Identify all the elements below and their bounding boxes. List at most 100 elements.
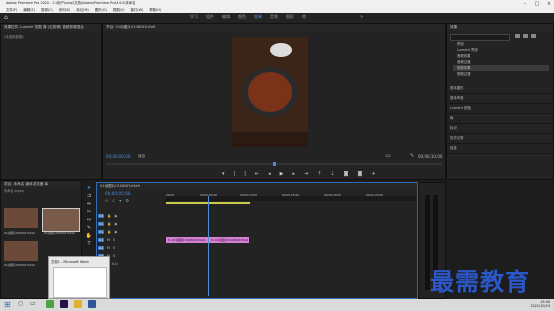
eye-icon[interactable]: ◉	[114, 222, 117, 226]
section-essential-graphics[interactable]: 基本图形	[447, 84, 553, 94]
mark-in-icon[interactable]: ▾	[222, 171, 225, 177]
premiere-icon[interactable]	[60, 300, 68, 308]
tab-assembly[interactable]: 组件	[206, 14, 214, 20]
pen-icon[interactable]: ✎	[87, 225, 91, 231]
track-label[interactable]: V1	[98, 230, 104, 234]
eye-icon[interactable]: ◉	[114, 214, 117, 218]
marker-icon[interactable]: ▾	[119, 198, 121, 203]
add-icon[interactable]: +	[371, 171, 375, 177]
popup-thumbnail[interactable]	[53, 267, 107, 298]
step-back-frame-icon[interactable]: ◂	[268, 171, 271, 177]
folder-icon[interactable]	[74, 300, 82, 308]
project-title[interactable]: 项目: 未命名 媒体浏览器 库	[1, 181, 81, 188]
mute-icon[interactable]: M	[107, 246, 110, 250]
tab-color[interactable]: 颜色	[238, 14, 246, 20]
menu-edit[interactable]: 编辑(E)	[23, 7, 35, 12]
track-label[interactable]: A2	[98, 246, 104, 250]
menu-window[interactable]: 窗口(W)	[131, 7, 144, 12]
slip-icon[interactable]: ↔	[87, 217, 91, 223]
menu-view[interactable]: 视图(V)	[113, 7, 125, 12]
menu-sequence[interactable]: 序列(S)	[59, 7, 71, 12]
track-label[interactable]: V2	[98, 222, 104, 226]
maximize-button[interactable]: □	[532, 1, 542, 7]
lock-icon[interactable]: 🔒	[107, 222, 111, 226]
hand-icon[interactable]: ✋	[86, 233, 92, 239]
play-icon[interactable]: ▶	[280, 171, 284, 177]
go-to-out-icon[interactable]: ⇥	[304, 171, 308, 177]
more-workspaces-icon[interactable]: »	[360, 14, 363, 20]
settings-icon[interactable]: ⚙	[125, 198, 129, 203]
tab-learn[interactable]: 学习	[190, 14, 198, 20]
section-history[interactable]: 历史记录	[447, 134, 553, 144]
selection-tool-icon[interactable]: ➤	[87, 185, 91, 191]
menu-clip[interactable]: 剪辑(C)	[41, 7, 53, 12]
lock-icon[interactable]: 🔒	[107, 230, 111, 234]
extract-icon[interactable]: ⇣	[330, 171, 334, 177]
eye-icon[interactable]: ◉	[114, 230, 117, 234]
chrome-icon[interactable]	[46, 300, 54, 308]
master-value[interactable]: 0.0	[112, 262, 117, 266]
tab-effects[interactable]: 效果	[254, 14, 262, 20]
wrench-icon[interactable]: ✎	[410, 153, 414, 159]
mute-icon[interactable]: M	[107, 238, 110, 242]
timeline-clip[interactable]: fx 01动图片0108Gf1h5a9	[166, 237, 208, 243]
track-label[interactable]: A1	[98, 238, 104, 242]
monitor-playhead[interactable]	[273, 162, 276, 166]
menu-file[interactable]: 文件(F)	[6, 7, 17, 12]
fit-select[interactable]: 适合	[138, 154, 145, 159]
section-info[interactable]: 信息	[447, 144, 553, 154]
timeline-timecode[interactable]: 00;00;05;00	[105, 191, 131, 196]
lock-icon[interactable]: 🔒	[107, 214, 111, 218]
close-button[interactable]: ×	[544, 1, 554, 7]
track-select-icon[interactable]: ⇉	[87, 193, 91, 199]
tree-item-video-transitions[interactable]: 视频过渡	[453, 71, 549, 77]
word-icon[interactable]	[88, 300, 96, 308]
windows-start-icon[interactable]: ⊞	[4, 300, 11, 309]
step-back-icon[interactable]: ⇤	[255, 171, 259, 177]
program-timecode[interactable]: 00;00;00;00	[106, 154, 130, 159]
taskbar-preview-popup[interactable]: 文档1 - Microsoft Word	[48, 256, 110, 299]
menu-marker[interactable]: 标记(M)	[76, 7, 88, 12]
snap-icon[interactable]: ∩	[105, 198, 108, 203]
thumbnail-3[interactable]	[4, 241, 38, 261]
quality-select[interactable]: 1/2	[385, 154, 391, 158]
program-monitor-title[interactable]: 节目: 01动图片0108Gf1h5a9	[103, 24, 445, 31]
solo-icon[interactable]: S	[113, 246, 115, 250]
tab-libraries[interactable]: 库	[302, 14, 306, 20]
tab-audio[interactable]: 音频	[270, 14, 278, 20]
accelerated-effects-icon[interactable]	[515, 34, 520, 38]
section-libraries[interactable]: 库	[447, 114, 553, 124]
task-view-icon[interactable]: ▭	[30, 300, 36, 307]
lift-icon[interactable]: ⇡	[317, 171, 321, 177]
tab-editing[interactable]: 编辑	[222, 14, 230, 20]
effects-search-input[interactable]	[450, 34, 510, 41]
search-icon[interactable]: ○	[18, 300, 23, 307]
mark-out-icon[interactable]: |	[234, 171, 236, 177]
menu-graphics[interactable]: 图形(G)	[95, 7, 107, 12]
panel-title[interactable]: 效果控件 Lumetri 范围 源:(无剪辑) 音频剪辑混合	[1, 24, 101, 31]
thumbnail-2[interactable]	[42, 208, 80, 232]
tab-graphics[interactable]: 图形	[286, 14, 294, 20]
minimize-button[interactable]: –	[520, 1, 530, 7]
timeline-clip[interactable]: fx 01动图片0108Gf1h5a9	[209, 237, 249, 243]
clock[interactable]: 15:46 2021/10/24	[520, 300, 550, 308]
linked-icon[interactable]: ⊂	[112, 198, 115, 203]
go-to-in-icon[interactable]: |	[244, 171, 246, 177]
camera-icon[interactable]: ◙	[344, 171, 349, 177]
home-icon[interactable]: ⌂	[4, 14, 8, 21]
timeline-title[interactable]: 01动图片0108Gf1h5a9	[97, 183, 417, 190]
step-forward-frame-icon[interactable]: ▸	[292, 171, 295, 177]
section-markers[interactable]: 标记	[447, 124, 553, 134]
effects-title[interactable]: 效果	[447, 24, 553, 31]
menu-help[interactable]: 帮助(H)	[149, 7, 161, 12]
solo-icon[interactable]: S	[113, 238, 115, 242]
thumbnail-1[interactable]	[4, 208, 38, 228]
timeline-playhead[interactable]	[208, 196, 209, 296]
ripple-edit-icon[interactable]: ⇹	[87, 201, 91, 207]
yuv-effects-icon[interactable]	[531, 34, 536, 38]
camera-icon-2[interactable]: ◙	[357, 171, 362, 177]
razor-icon[interactable]: ✂	[87, 209, 91, 215]
32bit-effects-icon[interactable]	[523, 34, 528, 38]
section-essential-sound[interactable]: 基本声音	[447, 94, 553, 104]
section-lumetri-color[interactable]: Lumetri 颜色	[447, 104, 553, 114]
